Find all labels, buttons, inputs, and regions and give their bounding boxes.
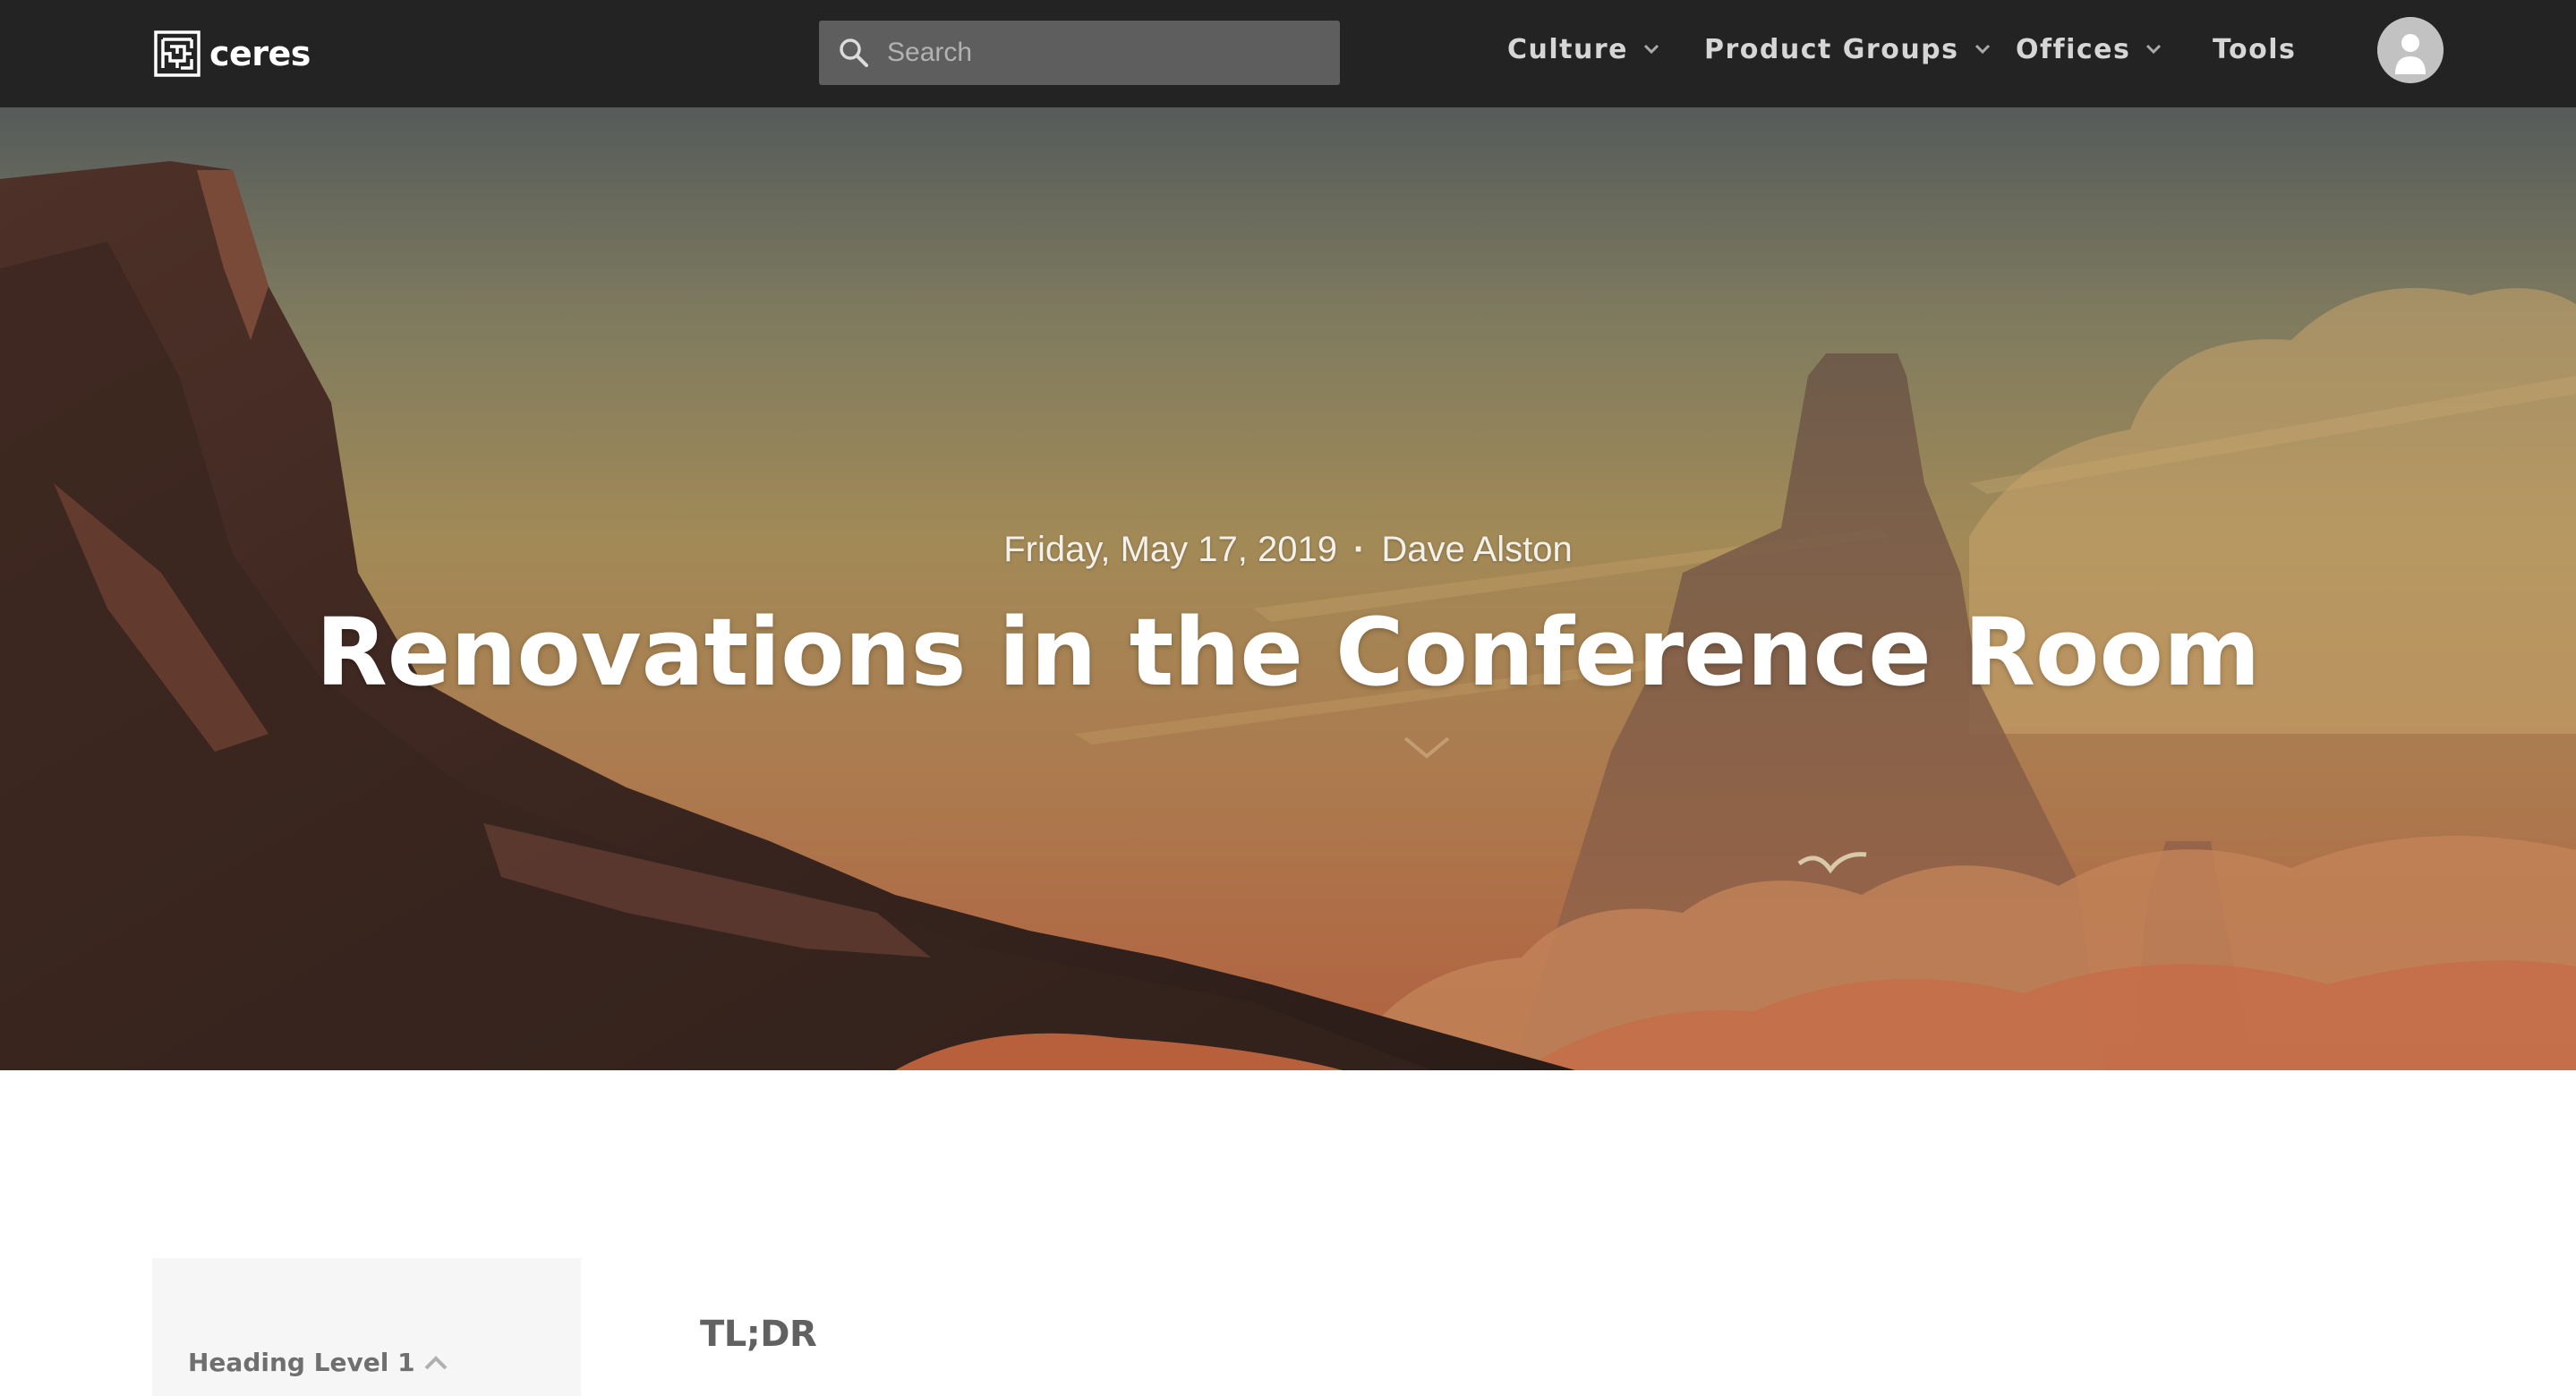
hero-background-image (0, 107, 2576, 1070)
maze-logo-icon (154, 30, 200, 77)
toc-item-label: Heading Level 1 (188, 1348, 415, 1377)
article-meta: Friday, May 17, 2019 · Dave Alston (0, 530, 2576, 570)
article-title: Renovations in the Conference Room (315, 598, 2261, 707)
search-box[interactable] (819, 21, 1340, 85)
chevron-down-icon (2146, 44, 2162, 55)
chevron-up-icon[interactable] (422, 1355, 449, 1371)
section-heading-tldr: TL;DR (700, 1314, 817, 1355)
nav-product-groups[interactable]: Product Groups (1704, 29, 1992, 70)
brand-name: ceres (209, 34, 311, 73)
nav-culture[interactable]: Culture (1507, 29, 1660, 70)
nav-product-groups-label: Product Groups (1704, 33, 1959, 65)
chevron-down-icon (1975, 44, 1990, 55)
user-avatar-icon (2377, 17, 2444, 83)
article-hero: Friday, May 17, 2019 · Dave Alston Renovat… (0, 107, 2576, 1070)
nav-offices-label: Offices (2016, 33, 2131, 65)
nav-tools-label: Tools (2213, 33, 2297, 65)
brand-logo[interactable]: ceres (154, 27, 311, 81)
article-author[interactable]: Dave Alston (1381, 530, 1572, 569)
user-avatar[interactable] (2377, 17, 2444, 83)
toc-item-heading-level-1[interactable]: Heading Level 1 (188, 1348, 449, 1377)
meta-separator: · (1352, 530, 1366, 569)
article-date: Friday, May 17, 2019 (1003, 530, 1337, 569)
nav-culture-label: Culture (1507, 33, 1628, 65)
table-of-contents: Heading Level 1 (152, 1258, 581, 1396)
search-input[interactable] (887, 26, 1317, 80)
search-icon (840, 38, 868, 67)
nav-tools[interactable]: Tools (2213, 29, 2296, 70)
chevron-down-icon (1643, 44, 1659, 55)
nav-offices[interactable]: Offices (2016, 29, 2162, 70)
top-navbar: ceres Culture Product Groups Offices Too… (0, 0, 2576, 107)
